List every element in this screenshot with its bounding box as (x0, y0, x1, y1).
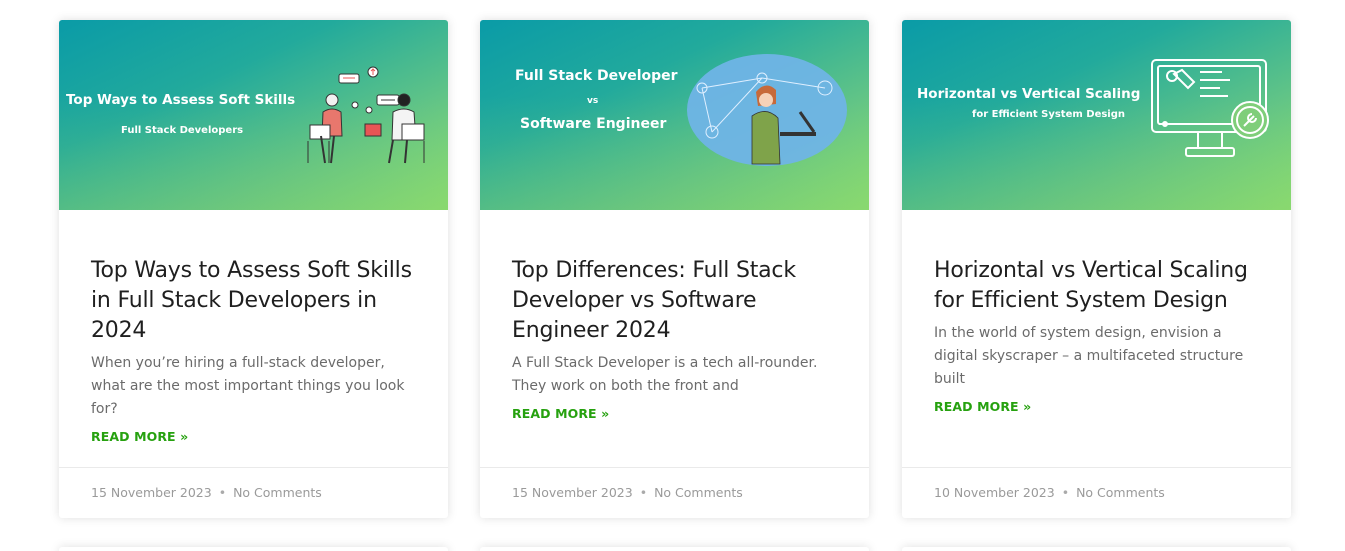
post-date: 10 November 2023 (934, 485, 1055, 500)
post-title[interactable]: Horizontal vs Vertical Scaling for Effic… (934, 256, 1262, 316)
post-body: Top Ways to Assess Soft Skills in Full S… (91, 256, 419, 445)
post-meta: 10 November 2023 • No Comments (902, 467, 1291, 518)
developer-laptop-illustration (687, 54, 847, 166)
post-thumbnail[interactable]: Horizontal vs Vertical Scaling for Effic… (902, 20, 1291, 210)
post-excerpt: In the world of system design, envision … (934, 325, 1244, 387)
read-more-link[interactable]: READ MORE » (512, 406, 609, 421)
meta-separator: • (639, 485, 648, 500)
post-title[interactable]: Top Differences: Full Stack Developer vs… (512, 256, 840, 346)
post-excerpt: A Full Stack Developer is a tech all-rou… (512, 355, 818, 394)
post-date: 15 November 2023 (91, 485, 212, 500)
post-card: Full Stack Developer vs Software Enginee… (480, 20, 869, 518)
post-meta: 15 November 2023 • No Comments (59, 467, 448, 518)
thumb-vs: vs (587, 96, 599, 106)
thumb-title-line2: Software Engineer (520, 116, 667, 132)
meta-separator: • (218, 485, 227, 500)
comments-link[interactable]: No Comments (654, 485, 743, 500)
post-card: Horizontal vs Vertical Scaling for Effic… (902, 20, 1291, 518)
next-post-card-edge (902, 547, 1291, 551)
thumb-title-line1: Full Stack Developer (515, 68, 678, 84)
meta-separator: • (1061, 485, 1070, 500)
comments-link[interactable]: No Comments (233, 485, 322, 500)
thumb-subtitle: for Efficient System Design (972, 109, 1126, 120)
post-date: 15 November 2023 (512, 485, 633, 500)
post-body: Top Differences: Full Stack Developer vs… (512, 256, 840, 422)
post-thumbnail[interactable]: Full Stack Developer vs Software Enginee… (480, 20, 869, 210)
posts-grid: Top Ways to Assess Soft Skills Full Stac… (59, 20, 1291, 518)
people-talking-illustration (307, 66, 425, 164)
thumb-title: Horizontal vs Vertical Scaling (917, 86, 1141, 102)
post-body: Horizontal vs Vertical Scaling for Effic… (934, 256, 1262, 415)
post-meta: 15 November 2023 • No Comments (480, 467, 869, 518)
read-more-link[interactable]: READ MORE » (934, 399, 1031, 414)
thumb-title: Top Ways to Assess Soft Skills (66, 92, 296, 108)
post-thumbnail[interactable]: Top Ways to Assess Soft Skills Full Stac… (59, 20, 448, 210)
post-card: Top Ways to Assess Soft Skills Full Stac… (59, 20, 448, 518)
thumb-subtitle: Full Stack Developers (121, 125, 244, 136)
next-post-card-edge (59, 547, 448, 551)
post-title[interactable]: Top Ways to Assess Soft Skills in Full S… (91, 256, 419, 346)
comments-link[interactable]: No Comments (1076, 485, 1165, 500)
post-excerpt: When you’re hiring a full-stack develope… (91, 355, 405, 417)
read-more-link[interactable]: READ MORE » (91, 429, 188, 444)
next-post-card-edge (480, 547, 869, 551)
